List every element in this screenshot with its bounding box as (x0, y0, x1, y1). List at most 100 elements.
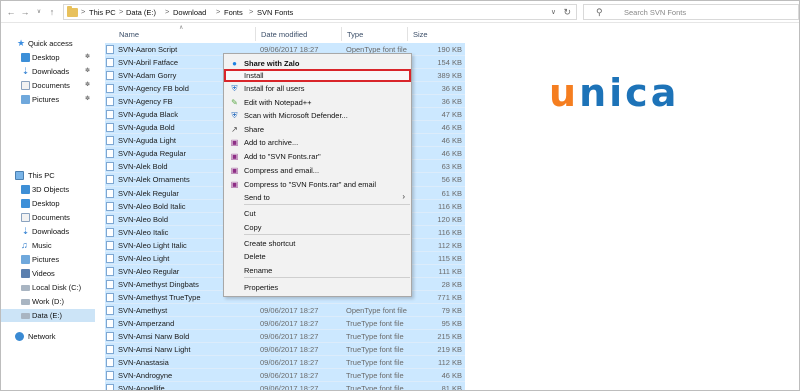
file-row[interactable]: SVN-Androgyne 09/06/2017 18:27 TrueType fo… (105, 369, 465, 383)
file-size: 771 KB (437, 292, 462, 302)
breadcrumb-this-pc[interactable]: This PC (89, 8, 116, 17)
search-box[interactable]: ⚲ Search SVN Fonts (583, 4, 799, 20)
file-size: 95 KB (441, 318, 462, 328)
file-name: SVN-Aleo Regular (118, 266, 180, 276)
file-size: 46 KB (441, 123, 462, 133)
menu-item-label: Install (244, 71, 264, 80)
column-divider[interactable] (407, 27, 408, 41)
file-type: TrueType font file (346, 318, 404, 328)
nav-desktop[interactable]: Desktop (1, 197, 95, 210)
drive-icon (21, 299, 30, 305)
file-size: 79 KB (441, 305, 462, 315)
file-row[interactable]: SVN-Amsi Narw Bold 09/06/2017 18:27 TrueTy… (105, 330, 465, 344)
menu-item-install[interactable]: Install (224, 69, 411, 82)
file-row[interactable]: SVN-Anastasia 09/06/2017 18:27 TrueType fo… (105, 356, 465, 370)
column-size[interactable]: Size (413, 30, 428, 39)
menu-item-cut[interactable]: Cut (224, 207, 411, 220)
breadcrumb-svn-fonts[interactable]: SVN Fonts (257, 8, 293, 17)
menu-item-label: Cut (244, 209, 256, 218)
font-file-icon (106, 201, 114, 211)
menu-item-send-to[interactable]: Send to › (224, 191, 411, 204)
nav-pictures[interactable]: Pictures (1, 253, 95, 266)
nav-quick-access[interactable]: ★ Quick access (1, 37, 95, 50)
nav-quick-desktop[interactable]: Desktop ✽ (1, 51, 95, 64)
font-file-icon (106, 123, 114, 133)
file-name: SVN-Aguda Black (118, 110, 179, 120)
forward-arrow-icon[interactable]: → (20, 6, 30, 18)
breadcrumb-download[interactable]: Download (173, 8, 206, 17)
path-bar[interactable]: > This PC > Data (E:) > Download > Fonts… (63, 4, 577, 20)
up-arrow-icon[interactable]: ↑ (47, 6, 57, 18)
pin-icon: ✽ (85, 82, 91, 88)
file-row[interactable]: SVN-Amethyst 09/06/2017 18:27 OpenType fon… (105, 303, 465, 317)
font-file-icon (106, 136, 114, 146)
breadcrumb-separator: > (119, 7, 124, 16)
font-file-icon (106, 253, 114, 263)
breadcrumb-data-e[interactable]: Data (E:) (126, 8, 156, 17)
font-file-icon (106, 332, 114, 342)
file-name: SVN-Angellife (118, 384, 165, 391)
desktop-icon (21, 53, 30, 62)
defender-icon: ⛨ (231, 111, 238, 120)
menu-item-install-for-all-users[interactable]: ⛨ Install for all users (224, 82, 411, 95)
column-date-modified[interactable]: Date modified (261, 30, 307, 39)
nav-label: Downloads (32, 227, 70, 236)
column-divider[interactable] (341, 27, 342, 41)
column-divider[interactable] (255, 27, 256, 41)
nav-this-pc[interactable]: This PC (1, 169, 95, 182)
menu-item-share[interactable]: ↗ Share (224, 123, 411, 136)
nav-work-d[interactable]: Work (D:) (1, 295, 95, 308)
nav-music[interactable]: ♫ Music (1, 239, 95, 252)
menu-item-compress-to-svn-fonts-rar-and-email[interactable]: ▣ Compress to "SVN Fonts.rar" and email (224, 178, 411, 191)
search-input[interactable]: Search SVN Fonts (624, 8, 686, 17)
recent-dropdown-icon[interactable]: ∨ (34, 6, 44, 18)
nav-videos[interactable]: Videos (1, 267, 95, 280)
file-size: 215 KB (437, 332, 462, 342)
menu-item-properties[interactable]: Properties (224, 281, 411, 294)
nav-quick-documents[interactable]: Documents ✽ (1, 79, 95, 92)
nav-quick-pictures[interactable]: Pictures ✽ (1, 93, 95, 106)
nav-quick-downloads[interactable]: ⇣ Downloads ✽ (1, 65, 95, 78)
font-file-icon (106, 162, 114, 172)
nav-documents[interactable]: Documents (1, 211, 95, 224)
winrar-icon: ▣ (230, 166, 239, 175)
font-file-icon (106, 266, 114, 276)
music-note-icon: ♫ (21, 240, 28, 250)
file-name: SVN-Aleo Bold (118, 214, 169, 224)
menu-item-delete[interactable]: Delete (224, 250, 411, 263)
nav-data-e[interactable]: Data (E:) (1, 309, 95, 322)
menu-item-scan-with-microsoft-defender[interactable]: ⛨ Scan with Microsoft Defender... (224, 109, 411, 122)
file-row[interactable]: SVN-Amperzand 09/06/2017 18:27 TrueType fo… (105, 316, 465, 331)
file-row[interactable]: SVN-Angellife 09/06/2017 18:27 TrueType fo… (105, 382, 465, 391)
path-dropdown-icon[interactable]: ∨ (551, 8, 556, 16)
file-type: TrueType font file (346, 384, 404, 391)
menu-item-rename[interactable]: Rename (224, 264, 411, 277)
menu-item-edit-with-notepad[interactable]: ✎ Edit with Notepad++ (224, 96, 411, 109)
menu-item-compress-and-email[interactable]: ▣ Compress and email... (224, 164, 411, 177)
menu-item-copy[interactable]: Copy (224, 221, 411, 234)
file-date-modified: 09/06/2017 18:27 (260, 345, 319, 355)
file-type: TrueType font file (346, 345, 404, 355)
nav-label: Pictures (32, 95, 60, 104)
file-row[interactable]: SVN-Amsi Narw Light 09/06/2017 18:27 TrueT… (105, 343, 465, 357)
nav-network[interactable]: Network (1, 330, 95, 343)
column-type[interactable]: Type (347, 30, 363, 39)
file-size: 28 KB (441, 279, 462, 289)
column-name[interactable]: Name (119, 30, 139, 39)
font-file-icon (106, 45, 114, 54)
file-size: 46 KB (441, 371, 462, 381)
menu-item-create-shortcut[interactable]: Create shortcut (224, 237, 411, 250)
nav-3d-objects[interactable]: 3D Objects (1, 183, 95, 196)
nav-downloads[interactable]: ⇣ Downloads (1, 225, 95, 238)
nav-local-disk-c[interactable]: Local Disk (C:) (1, 281, 95, 294)
breadcrumb-fonts[interactable]: Fonts (224, 8, 243, 17)
nav-label: Quick access (28, 39, 73, 48)
back-arrow-icon[interactable]: ← (6, 6, 16, 18)
file-size: 46 KB (441, 149, 462, 159)
menu-item-add-to-archive[interactable]: ▣ Add to archive... (224, 136, 411, 149)
menu-item-add-to-svn-fonts-rar[interactable]: ▣ Add to "SVN Fonts.rar" (224, 150, 411, 163)
menu-item-label: Create shortcut (244, 239, 296, 248)
refresh-icon[interactable]: ↻ (563, 7, 571, 18)
nav-label: 3D Objects (32, 185, 70, 194)
file-date-modified: 09/06/2017 18:27 (260, 371, 319, 381)
